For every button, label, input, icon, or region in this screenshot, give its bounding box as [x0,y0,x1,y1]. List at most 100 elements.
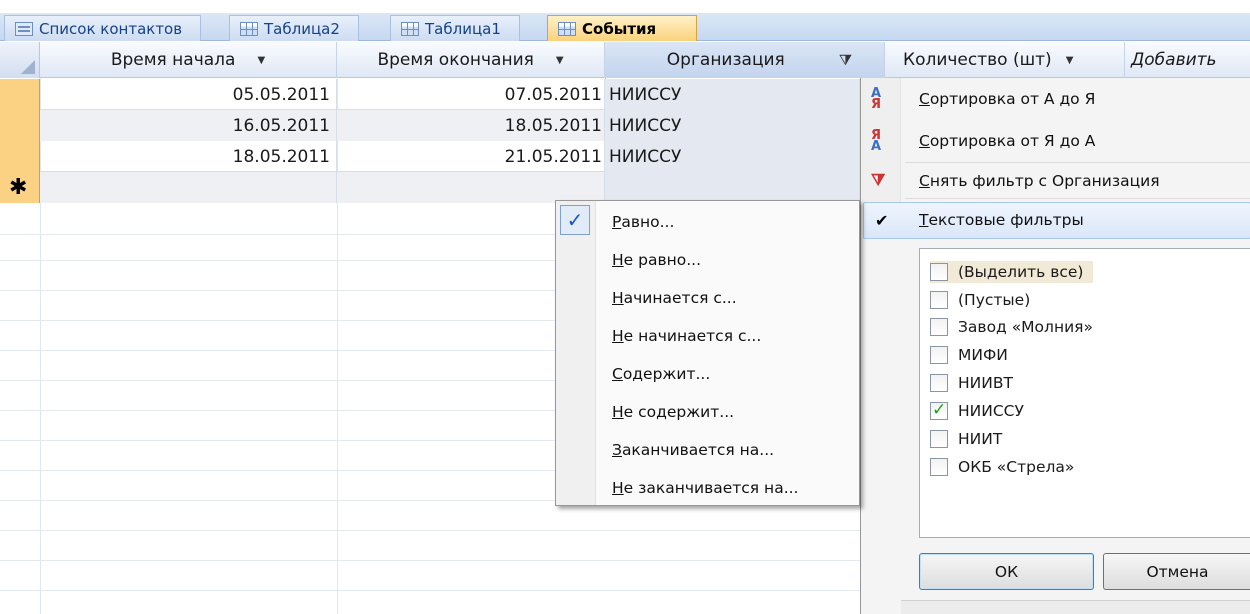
ok-button[interactable]: ОК [919,553,1094,590]
submenu-item-ends-with[interactable]: Заканчивается на... [612,441,774,465]
table-icon [558,21,576,36]
column-header-add-field[interactable]: Добавить [1125,42,1250,78]
cell-organization[interactable]: НИИССУ [605,110,860,141]
chevron-down-icon[interactable]: ▼ [1066,55,1074,66]
sort-descending-icon: ЯА [871,128,882,154]
submenu-item-not-equals[interactable]: Не равно... [612,251,701,275]
text-filters-submenu: ✓ Равно... Не равно... Начинается с... Н… [555,200,860,506]
list-item-label: ОКБ «Стрела» [958,458,1075,476]
submenu-item-not-ends-with[interactable]: Не заканчивается на... [612,479,798,503]
submenu-item-equals[interactable]: Равно... [612,213,674,237]
list-item-label: (Выделить все) [958,263,1084,281]
tab-label: События [582,19,657,38]
form-icon [15,21,33,36]
grid-line [0,590,860,591]
list-item[interactable]: (Выделить все) [930,261,1094,283]
tab-contacts-list[interactable]: Список контактов [4,15,202,41]
new-record-icon: ✱ [9,175,28,200]
checkbox-checked[interactable] [930,400,948,420]
list-item[interactable]: ОКБ «Стрела» [930,456,1074,478]
cell-end-time[interactable]: 18.05.2011 [337,110,605,141]
list-item-label: Завод «Молния» [958,318,1093,336]
column-header-organization[interactable]: Организация ⧩ [605,42,885,78]
table-row[interactable]: 16.05.2011 18.05.2011 НИИССУ [0,110,860,141]
submenu-item-contains[interactable]: Содержит... [612,365,710,389]
list-item[interactable]: МИФИ [930,344,1008,366]
cell-start-time[interactable]: 18.05.2011 [40,141,337,172]
table-row[interactable]: 05.05.2011 07.05.2011 НИИССУ [0,79,860,110]
tab-table2[interactable]: Таблица2 [229,15,359,41]
checkbox[interactable] [930,346,948,364]
tab-events[interactable]: События [547,15,698,41]
list-item[interactable]: Завод «Молния» [930,316,1093,338]
column-header-row: Время начала ▼ Время окончания ▼ Организ… [40,42,1250,78]
object-tab-bar: Список контактов Таблица2 Таблица1 Событ… [0,13,1250,41]
submenu-item-begins-with[interactable]: Начинается с... [612,289,737,313]
column-title: Добавить [1131,50,1217,70]
menu-item-sort-asc[interactable]: Сортировка от А до Я [919,90,1095,108]
new-record-row[interactable]: ✱ [0,172,860,203]
chevron-down-icon[interactable]: ▼ [257,55,265,66]
cell-end-time[interactable]: 07.05.2011 [337,79,605,110]
checkbox[interactable] [930,458,948,476]
list-item[interactable]: НИИВТ [930,372,1013,394]
menu-item-clear-filter[interactable]: Снять фильтр с Организация [919,172,1160,190]
cell-organization[interactable]: НИИССУ [605,79,860,110]
cell-start-time[interactable]: 16.05.2011 [40,110,337,141]
checkbox[interactable] [930,374,948,392]
checkbox[interactable] [930,430,948,448]
checkmark-icon: ✔ [875,211,889,230]
menu-item-sort-desc[interactable]: Сортировка от Я до А [919,132,1095,150]
column-filter-menu: АЯ Сортировка от А до Я ЯА Сортировка от… [860,78,1250,614]
list-item-label: (Пустые) [958,291,1031,309]
record-selector[interactable]: ✱ [0,172,40,203]
column-title: Время окончания [377,50,534,70]
tab-label: Таблица1 [425,19,501,38]
submenu-item-not-contains[interactable]: Не содержит... [612,403,734,427]
column-title: Организация [666,50,785,70]
cancel-button[interactable]: Отмена [1103,553,1250,590]
list-item-label: НИИТ [958,430,1003,448]
filter-values-list[interactable]: (Выделить все) (Пустые) Завод «Молния» М… [919,248,1250,538]
grid-line [0,560,860,561]
table-row[interactable]: 18.05.2011 21.05.2011 НИИССУ [0,141,860,172]
menu-resize-grip[interactable] [901,600,1250,614]
cell-start-time[interactable]: 05.05.2011 [40,79,337,110]
column-title: Количество (шт) [903,50,1052,70]
checkbox[interactable] [930,263,948,281]
chevron-down-icon[interactable]: ▼ [556,55,564,66]
column-header-end-time[interactable]: Время окончания ▼ [337,42,605,78]
tab-label: Список контактов [39,19,183,38]
cell-end-time[interactable]: 21.05.2011 [337,141,605,172]
column-header-quantity[interactable]: Количество (шт) ▼ [885,42,1125,78]
record-selector[interactable] [0,141,40,172]
table-icon [401,21,419,36]
menu-separator [905,198,1250,199]
checkbox[interactable] [930,291,948,309]
list-item-label: НИИССУ [958,402,1024,420]
menu-separator [905,162,1250,163]
cell-end-time[interactable] [337,172,605,203]
select-all-corner[interactable] [0,42,40,78]
record-selector[interactable] [0,110,40,141]
submenu-item-not-begins-with[interactable]: Не начинается с... [612,327,761,351]
list-item[interactable]: (Пустые) [930,289,1030,311]
tab-label: Таблица2 [264,19,340,38]
cell-organization[interactable]: НИИССУ [605,141,860,172]
list-item-label: НИИВТ [958,374,1013,392]
column-title: Время начала [110,50,236,70]
sort-ascending-icon: АЯ [871,86,882,112]
menu-item-text-filters[interactable]: Текстовые фильтры [919,211,1084,229]
checkbox[interactable] [930,318,948,336]
list-item[interactable]: НИИТ [930,428,1002,450]
list-item[interactable]: НИИССУ [930,400,1024,422]
column-header-start-time[interactable]: Время начала ▼ [40,42,337,78]
tab-table1[interactable]: Таблица1 [390,15,520,41]
clear-filter-icon: ⧩ [871,170,886,189]
cell-organization[interactable] [605,172,860,203]
record-selector[interactable] [0,79,40,110]
cell-start-time[interactable] [40,172,337,203]
filter-active-icon[interactable]: ⧩ [839,51,852,69]
checkmark-icon: ✓ [560,205,590,235]
table-icon [240,21,258,36]
